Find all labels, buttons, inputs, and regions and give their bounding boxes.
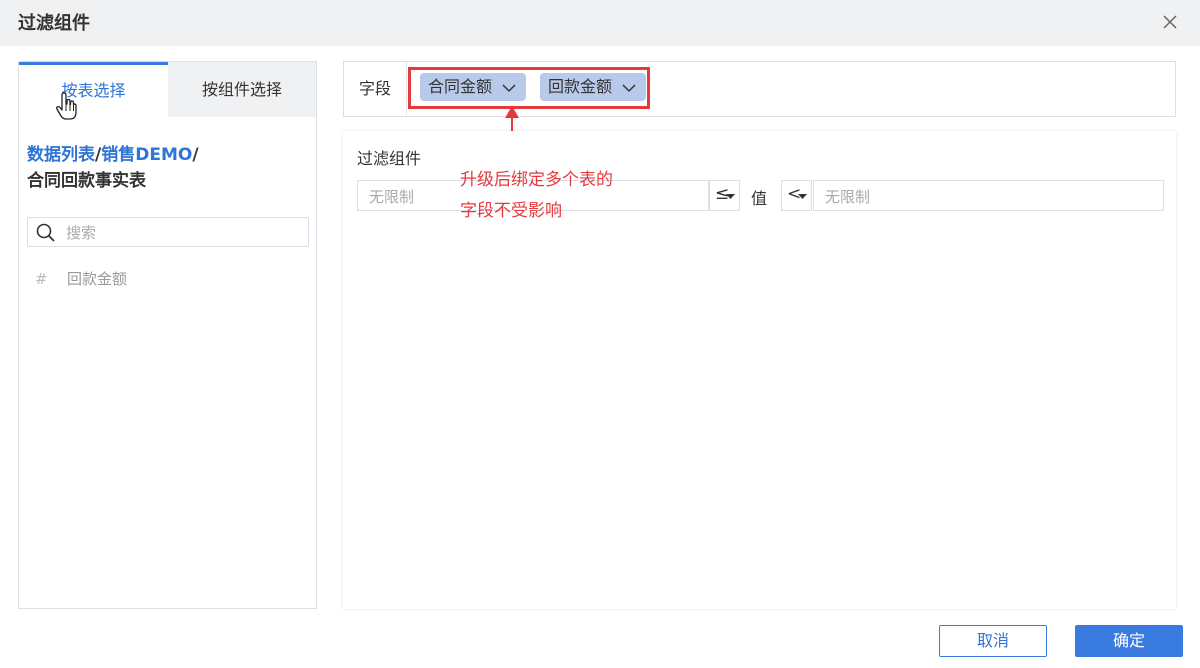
breadcrumb-sales-demo[interactable]: 销售DEMO — [101, 145, 192, 165]
search-input[interactable] — [64, 221, 304, 245]
breadcrumb-data-list[interactable]: 数据列表 — [27, 145, 95, 165]
max-value-box — [813, 180, 1164, 211]
annotation-text: 升级后绑定多个表的 字段不受影响 — [460, 165, 613, 227]
annotation-highlight-box — [408, 67, 650, 109]
tab-by-component[interactable]: 按组件选择 — [168, 62, 316, 117]
cancel-button[interactable]: 取消 — [939, 625, 1047, 657]
confirm-button[interactable]: 确定 — [1075, 625, 1183, 657]
filter-component-dialog: 过滤组件 按表选择 按组件选择 数据列表/销售DEMO/ 合同回款事实表 搜索 … — [0, 0, 1200, 668]
filter-label: 过滤组件 — [357, 149, 422, 168]
field-item-label: 回款金额 — [67, 270, 128, 288]
annotation-line: 字段不受影响 — [460, 201, 562, 221]
dialog-header: 过滤组件 — [0, 0, 1200, 46]
close-icon[interactable] — [1158, 10, 1182, 34]
search-icon — [36, 223, 56, 247]
left-panel: 按表选择 按组件选择 数据列表/销售DEMO/ 合同回款事实表 #回款金额 — [18, 61, 317, 609]
dropdown-triangle-icon — [726, 184, 735, 204]
operator-select-2[interactable]: < — [781, 180, 812, 211]
annotation-line: 升级后绑定多个表的 — [460, 170, 613, 190]
field-list-item[interactable]: # 回款金额 — [35, 267, 127, 291]
field-row-label: 字段 — [344, 62, 407, 116]
breadcrumb-current-table: 合同回款事实表 — [27, 171, 146, 191]
value-label: 值 — [751, 189, 768, 208]
field-row: 字段 合同金额 回款金额 — [343, 61, 1176, 117]
max-value-input[interactable] — [823, 185, 1157, 209]
table-breadcrumb: 数据列表/销售DEMO/ 合同回款事实表 — [27, 142, 307, 194]
dropdown-triangle-icon — [798, 184, 807, 204]
hand-cursor-icon — [55, 92, 77, 126]
search-box — [27, 217, 309, 247]
operator-select-1[interactable]: ≤ — [709, 180, 740, 211]
number-field-icon: # — [35, 270, 48, 288]
breadcrumb-separator: / — [192, 145, 199, 165]
tab-by-table[interactable]: 按表选择 — [19, 62, 168, 117]
dialog-title: 过滤组件 — [18, 13, 90, 34]
